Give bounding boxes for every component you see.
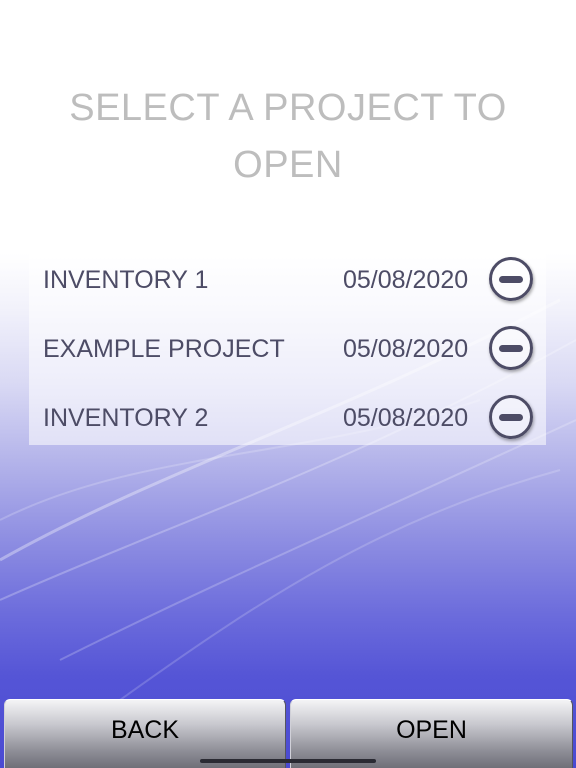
minus-circle-icon[interactable] bbox=[489, 326, 533, 370]
home-indicator[interactable] bbox=[200, 759, 376, 763]
minus-circle-icon[interactable] bbox=[489, 257, 533, 301]
project-name: EXAMPLE PROJECT bbox=[43, 335, 285, 363]
project-name: INVENTORY 2 bbox=[43, 404, 209, 432]
page-title-line-2: OPEN bbox=[233, 144, 343, 186]
minus-bar bbox=[499, 414, 523, 421]
project-row-inventory-1[interactable]: INVENTORY 1 05/08/2020 bbox=[29, 244, 546, 312]
page-title: SELECT A PROJECT TO OPEN bbox=[40, 80, 536, 194]
project-date: 05/08/2020 bbox=[343, 404, 469, 432]
minus-bar bbox=[499, 345, 523, 352]
page-title-line-1: SELECT A PROJECT TO bbox=[69, 87, 507, 129]
project-row-example-project[interactable]: EXAMPLE PROJECT 05/08/2020 bbox=[29, 313, 546, 381]
open-button[interactable]: OPEN bbox=[290, 699, 573, 768]
project-list: INVENTORY 1 05/08/2020 EXAMPLE PROJECT 0… bbox=[29, 240, 546, 445]
project-name: INVENTORY 1 bbox=[43, 266, 209, 294]
project-date: 05/08/2020 bbox=[343, 335, 469, 363]
back-button[interactable]: BACK bbox=[4, 699, 286, 768]
project-date: 05/08/2020 bbox=[343, 266, 469, 294]
minus-bar bbox=[499, 276, 523, 283]
project-row-inventory-2[interactable]: INVENTORY 2 05/08/2020 bbox=[29, 382, 546, 450]
minus-circle-icon[interactable] bbox=[489, 395, 533, 439]
